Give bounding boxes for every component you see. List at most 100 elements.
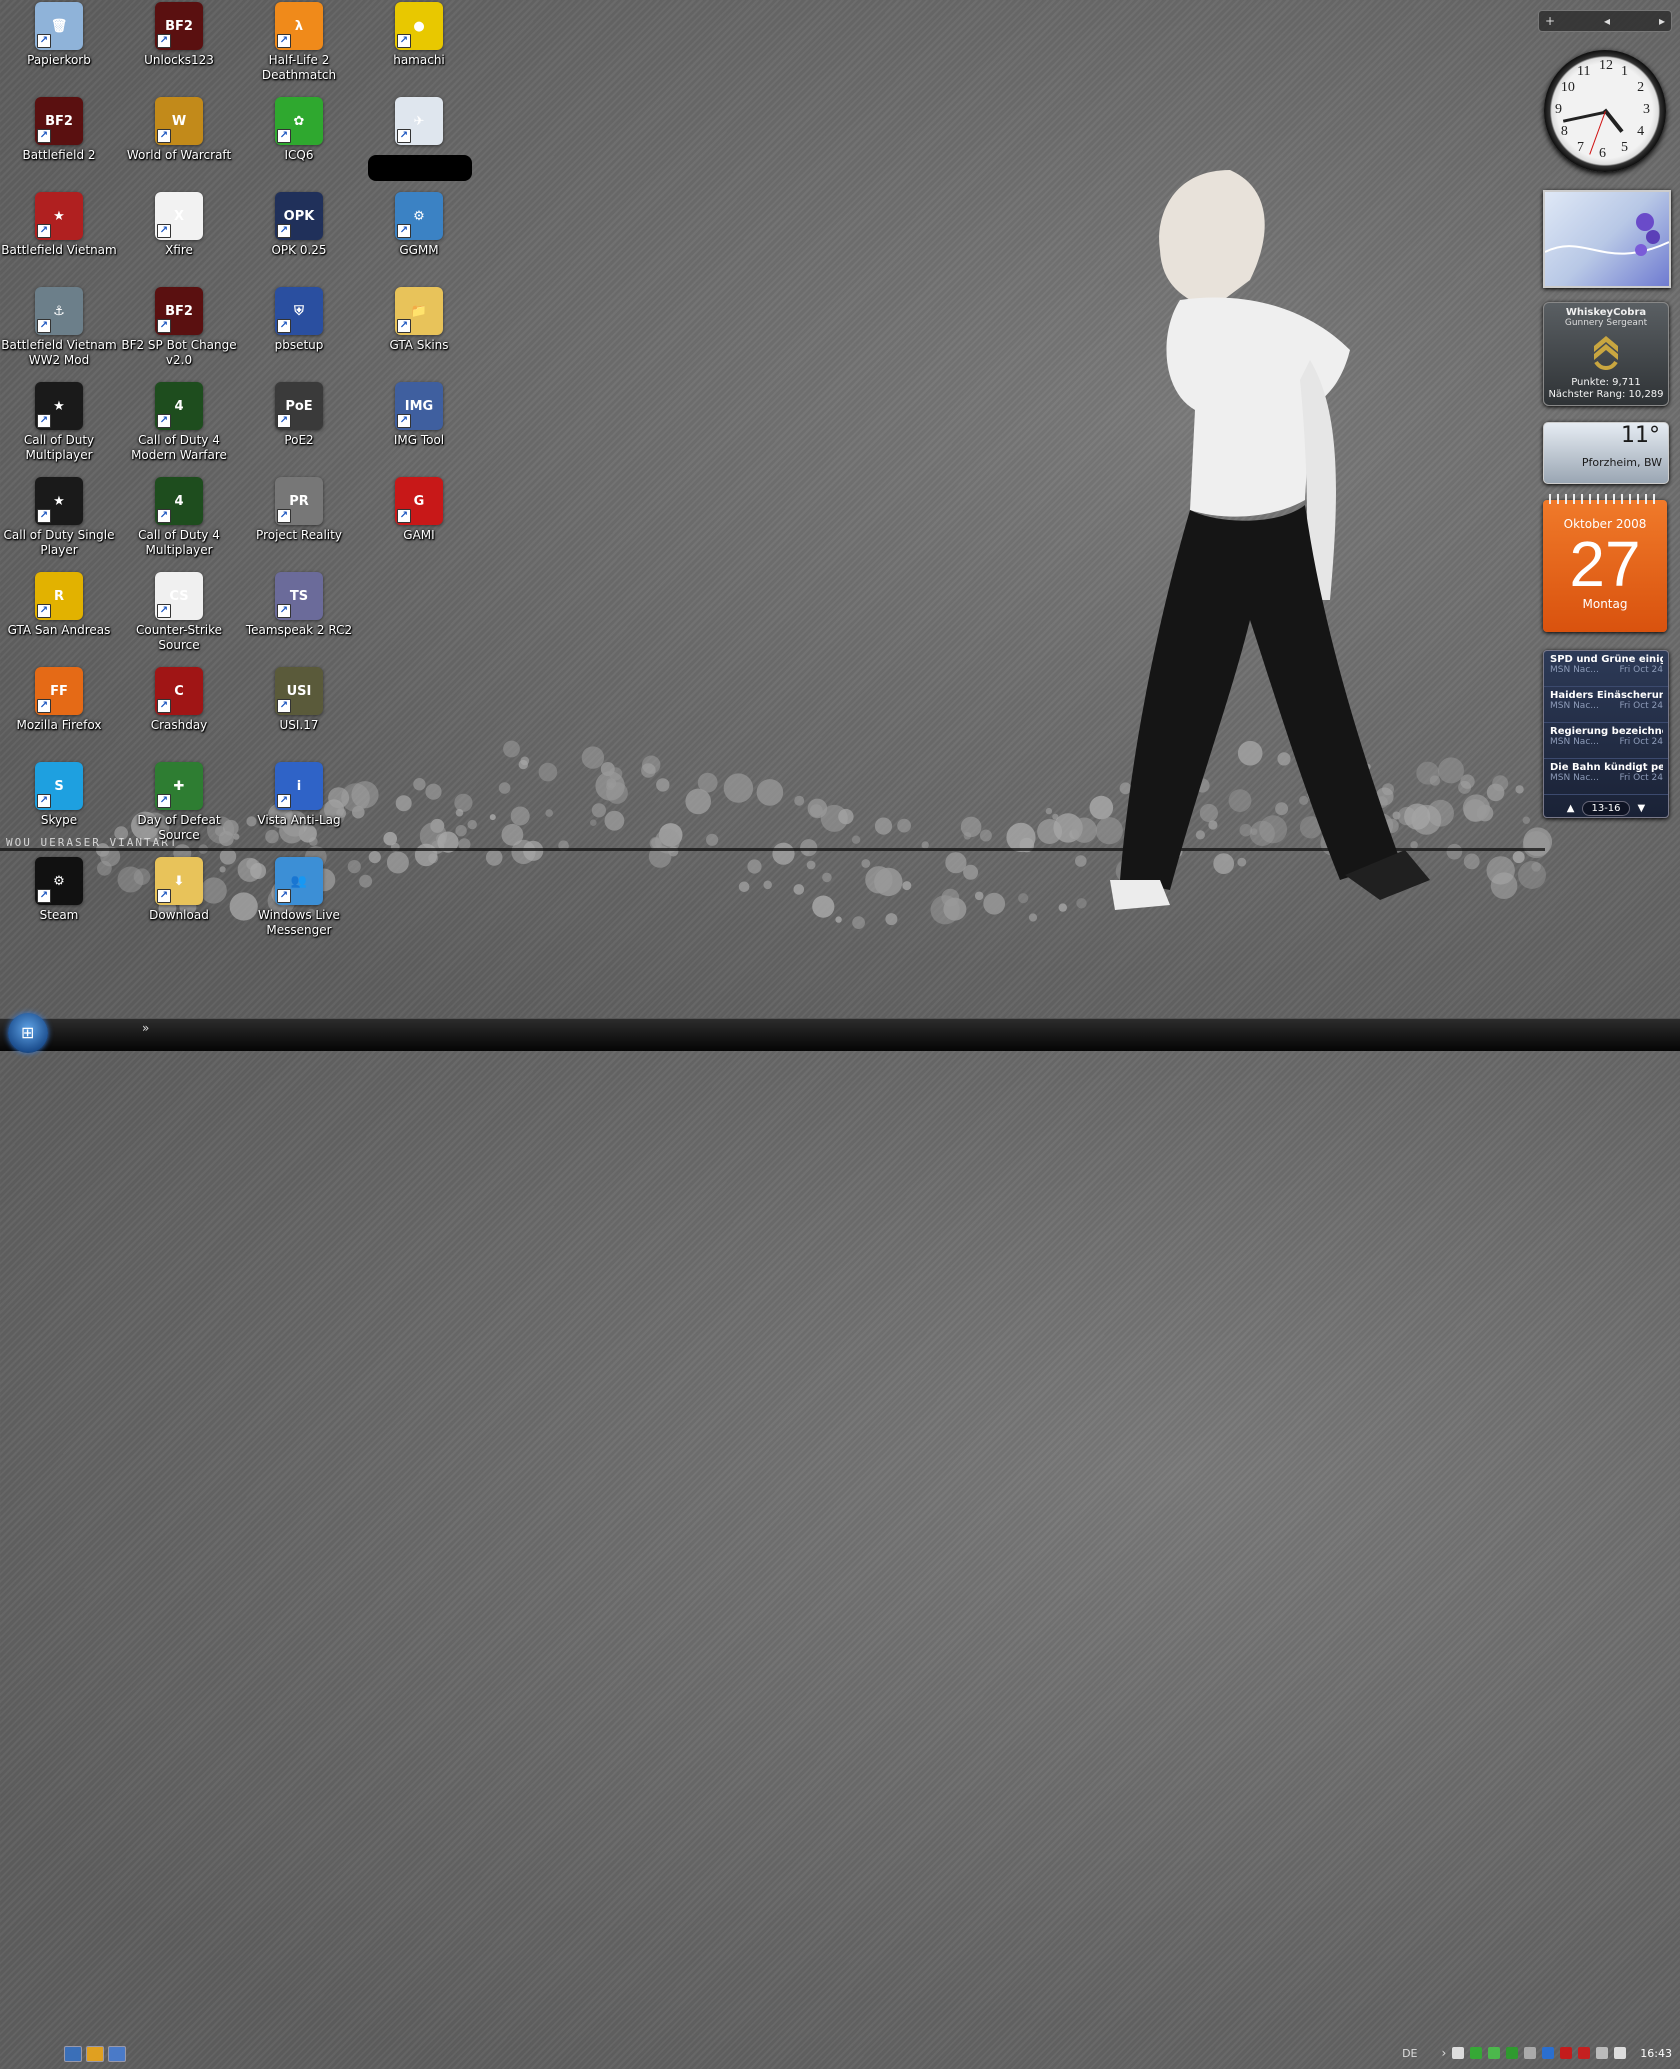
news-item[interactable]: Regierung bezeichne...MSN Nac... Fri Oct …	[1544, 723, 1668, 759]
wallpaper-bubble	[520, 756, 530, 766]
desktop-icon[interactable]: W ↗ World of Warcraft	[120, 97, 238, 163]
messenger-tray-icon[interactable]	[1506, 2047, 1519, 2059]
desktop-icon[interactable]: i ↗ Vista Anti-Lag	[240, 762, 358, 828]
icon-mark: TS	[289, 588, 309, 604]
desktop-icon[interactable]: 🗑 ↗ Papierkorb	[0, 2, 118, 68]
tray-app-icon[interactable]	[1488, 2047, 1501, 2059]
skype-icon: S ↗	[35, 762, 83, 810]
desktop-icon[interactable]: G ↗ GAMI	[360, 477, 478, 543]
desktop-icon-label: GTA Skins	[389, 338, 449, 352]
desktop-icon[interactable]: ★ ↗ Call of Duty Multiplayer	[0, 382, 118, 463]
prev-gadget-button[interactable]: ◂	[1604, 14, 1610, 28]
desktop-icon[interactable]: ⬇ ↗ Download	[120, 857, 238, 923]
call-of-duty-icon: ★ ↗	[35, 382, 83, 430]
desktop-icon[interactable]: ⚙ ↗ Steam	[0, 857, 118, 923]
desktop-icon-label: Download	[149, 908, 209, 922]
desktop-icon[interactable]: BF2 ↗ Unlocks123	[120, 2, 238, 68]
switch-windows-icon[interactable]	[108, 2046, 126, 2062]
icon-mark: ✚	[173, 778, 185, 794]
news-date: Fri Oct 24	[1619, 701, 1663, 711]
tray-expand-button[interactable]: ›	[1441, 2046, 1446, 2060]
news-down-button[interactable]: ▼	[1638, 803, 1646, 814]
language-indicator[interactable]: DE	[1402, 2047, 1417, 2060]
wallpaper-bubble	[454, 793, 473, 812]
news-item[interactable]: SPD und Grüne einig...MSN Nac... Fri Oct …	[1544, 651, 1668, 687]
wallpaper-bubble	[489, 814, 496, 821]
slideshow-gadget[interactable]	[1543, 190, 1671, 288]
desktop-icon[interactable]: X ↗ Xfire	[120, 192, 238, 258]
desktop-icon[interactable]: IMG ↗ IMG Tool	[360, 382, 478, 448]
desktop-icon[interactable]: OPK ↗ OPK 0.25	[240, 192, 358, 258]
icon-mark: ✈	[413, 113, 425, 129]
desktop-icon[interactable]: λ ↗ Half-Life 2 Deathmatch	[240, 2, 358, 83]
shortcut-arrow-icon: ↗	[37, 129, 51, 143]
desktop-icon-label: Call of Duty 4 Modern Warfare	[131, 433, 227, 462]
weather-gadget[interactable]: 11° Pforzheim, BW	[1543, 422, 1669, 484]
wallpaper-bubble	[706, 833, 719, 846]
desktop-icon[interactable]: 📁 ↗ GTA Skins	[360, 287, 478, 353]
icq-tray-icon[interactable]	[1470, 2047, 1483, 2059]
shortcut-arrow-icon: ↗	[277, 509, 291, 523]
desktop-icon[interactable]: PoE ↗ PoE2	[240, 382, 358, 448]
rank-gadget[interactable]: WhiskeyCobra Gunnery Sergeant Punkte: 9,…	[1543, 302, 1669, 406]
desktop-icon[interactable]: ★ ↗ Call of Duty Single Player	[0, 477, 118, 558]
network-tray-icon[interactable]	[1596, 2047, 1609, 2059]
clock-gadget[interactable]: 12 1 2 3 4 5 6 7 8 9 10 11	[1544, 50, 1666, 172]
news-item[interactable]: Haiders Einäscherun...MSN Nac... Fri Oct …	[1544, 687, 1668, 723]
desktop-icon[interactable]: ● ↗ hamachi	[360, 2, 478, 68]
desktop-icon[interactable]: S ↗ Skype	[0, 762, 118, 828]
news-source: MSN Nac...	[1550, 737, 1599, 747]
wallpaper-bubble	[455, 808, 464, 817]
desktop-icon[interactable]: USI ↗ USI.17	[240, 667, 358, 733]
desktop-icon[interactable]: ✚ ↗ Day of Defeat Source	[120, 762, 238, 843]
desktop-icon[interactable]: C ↗ Crashday	[120, 667, 238, 733]
desktop-icon-label: Vista Anti-Lag	[257, 813, 341, 827]
desktop-icon[interactable]: ⚓ ↗ Battlefield Vietnam WW2 Mod	[0, 287, 118, 368]
tray-app-icon[interactable]	[1578, 2047, 1591, 2059]
desktop-icon[interactable]: R ↗ GTA San Andreas	[0, 572, 118, 638]
media-player-icon[interactable]	[86, 2046, 104, 2062]
icon-mark: IMG	[404, 398, 434, 414]
desktop-icon[interactable]: FF ↗ Mozilla Firefox	[0, 667, 118, 733]
desktop-icon[interactable]: TS ↗ Teamspeak 2 RC2	[240, 572, 358, 638]
clock-number: 5	[1621, 140, 1628, 156]
tray-app-icon[interactable]	[1452, 2047, 1465, 2059]
desktop-icon[interactable]: ✈ ↗	[360, 97, 478, 148]
news-up-button[interactable]: ▲	[1567, 803, 1575, 814]
ati-tray-icon[interactable]	[1560, 2047, 1573, 2059]
wallpaper-bubble	[308, 837, 318, 846]
news-date: Fri Oct 24	[1619, 665, 1663, 675]
skype-tray-icon[interactable]	[1542, 2047, 1555, 2059]
shortcut-arrow-icon: ↗	[277, 699, 291, 713]
desktop-icon[interactable]: CS ↗ Counter-Strike Source	[120, 572, 238, 653]
desktop-icon[interactable]: BF2 ↗ Battlefield 2	[0, 97, 118, 163]
wallpaper-bubble	[265, 829, 279, 844]
desktop-icon[interactable]: ★ ↗ Battlefield Vietnam	[0, 192, 118, 258]
desktop-icon[interactable]: 4 ↗ Call of Duty 4 Multiplayer	[120, 477, 238, 558]
desktop-icon[interactable]: BF2 ↗ BF2 SP Bot Change v2.0	[120, 287, 238, 368]
wallpaper-bubble	[1069, 829, 1080, 840]
desktop-icon[interactable]: ✿ ↗ ICQ6	[240, 97, 358, 163]
news-item[interactable]: Die Bahn kündigt per...MSN Nac... Fri Oct…	[1544, 759, 1668, 795]
next-gadget-button[interactable]: ▸	[1659, 14, 1665, 28]
volume-tray-icon[interactable]	[1614, 2047, 1627, 2059]
desktop-icon[interactable]: PR ↗ Project Reality	[240, 477, 358, 543]
wallpaper-bubble	[359, 874, 373, 888]
wallpaper-bubble	[806, 860, 816, 870]
quicklaunch-overflow-button[interactable]: »	[142, 1021, 149, 1035]
desktop-icon[interactable]: ⚙ ↗ GGMM	[360, 192, 478, 258]
wallpaper-bubble	[436, 833, 446, 844]
taskbar-clock[interactable]: 16:43	[1640, 2047, 1672, 2060]
shortcut-arrow-icon: ↗	[277, 224, 291, 238]
desktop-icon[interactable]: ⛨ ↗ pbsetup	[240, 287, 358, 353]
add-gadget-button[interactable]: +	[1545, 14, 1555, 28]
desktop-icon-label: Call of Duty 4 Multiplayer	[138, 528, 220, 557]
desktop-icon[interactable]: 👥 ↗ Windows Live Messenger	[240, 857, 358, 938]
show-desktop-icon[interactable]	[64, 2046, 82, 2062]
wallpaper-bubble	[503, 740, 520, 758]
calendar-gadget[interactable]: Oktober 2008 27 Montag	[1543, 494, 1667, 632]
wallpaper-bubble	[485, 849, 503, 866]
desktop-icon[interactable]: 4 ↗ Call of Duty 4 Modern Warfare	[120, 382, 238, 463]
steam-tray-icon[interactable]	[1524, 2047, 1537, 2059]
start-button[interactable]: ⊞	[8, 1013, 48, 1053]
